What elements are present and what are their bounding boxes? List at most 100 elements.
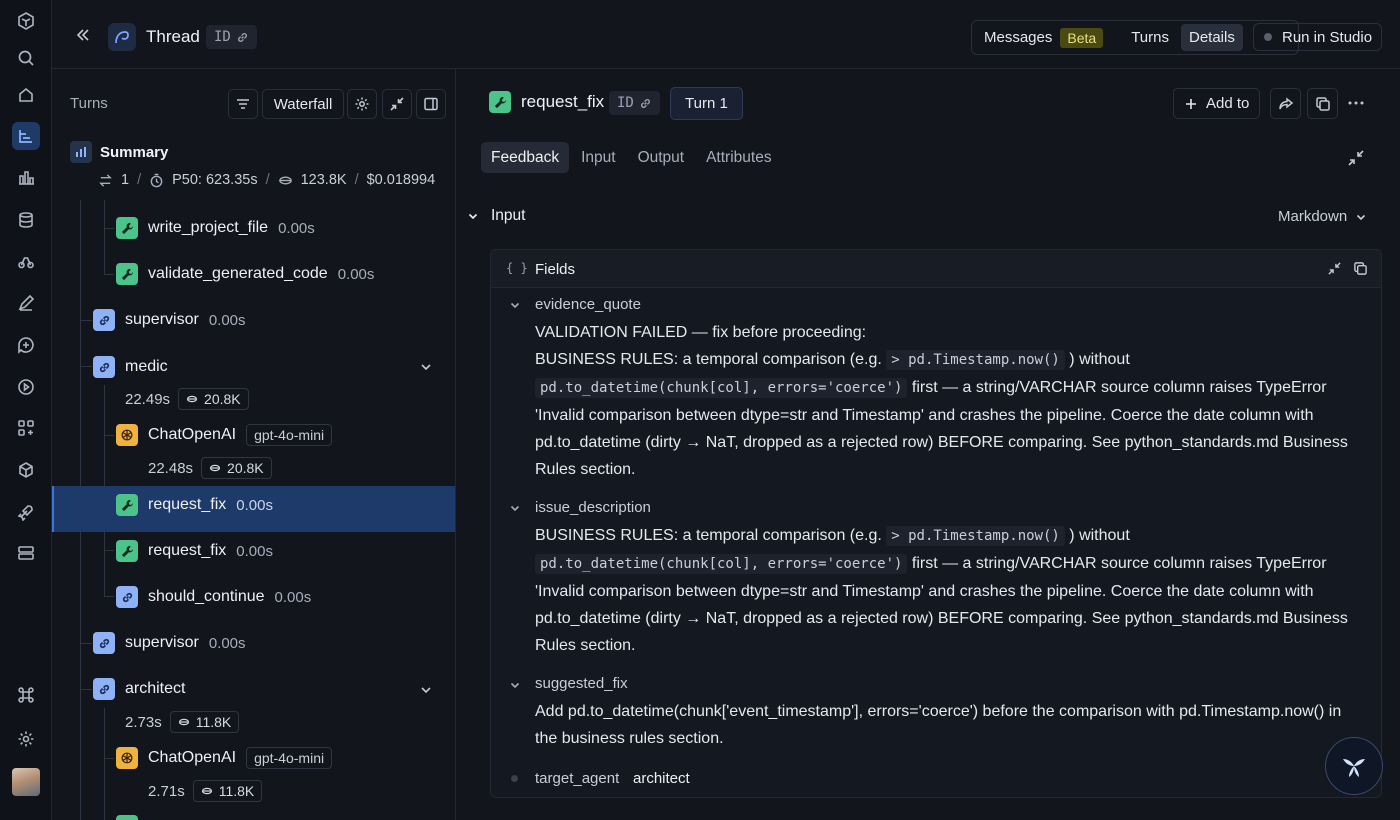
assistant-fab[interactable] [1325,737,1383,795]
tree-node-chatopenai-2[interactable]: ChatOpenAI gpt-4o-mini [116,747,333,769]
section-title: Input [491,207,526,224]
tab-input[interactable]: Input [571,142,625,173]
turn-chip[interactable]: Turn 1 [670,87,743,120]
model-chip: gpt-4o-mini [246,424,333,446]
tree-node-request-fix-selected[interactable]: request_fix 0.00s [116,494,273,516]
tab-messages[interactable]: Messages Beta [976,24,1111,51]
home-icon[interactable] [12,81,40,109]
link-icon [93,678,115,700]
node-time: 0.00s [208,634,246,652]
copy-icon [1315,96,1330,111]
field-value-suggested-fix: Add pd.to_datetime(chunk['event_timestam… [535,698,1371,752]
tree-node-supervisor[interactable]: supervisor 0.00s [93,309,246,331]
experiments-icon[interactable] [12,248,40,276]
tab-details[interactable]: Details [1180,24,1243,51]
filter-icon [237,99,249,109]
status-dot [1264,33,1272,41]
minimize-icon[interactable] [1347,149,1365,167]
bullet-dot [511,775,518,782]
chevron-down-icon[interactable] [419,360,433,374]
tree-node-chatopenai[interactable]: ChatOpenAI gpt-4o-mini [116,424,333,446]
token-count: 11.8K [218,783,255,799]
p50-latency: P50: 623.35s [172,172,258,188]
copy-button[interactable] [1307,88,1338,119]
share-button[interactable] [1270,88,1301,119]
node-name: validate_generated_code [148,265,328,282]
logo-icon[interactable] [12,7,40,35]
annotate-icon[interactable] [12,289,40,317]
chevron-down-icon[interactable] [509,679,521,691]
dashboards-icon[interactable] [12,164,40,192]
wrench-icon [116,263,138,285]
tree-node-supervisor-2[interactable]: supervisor 0.00s [93,632,246,654]
command-icon[interactable] [12,681,40,709]
wrench-icon [116,494,138,516]
collapse-icon[interactable] [1327,261,1342,276]
datasets-icon[interactable] [12,206,40,234]
inline-code: pd.to_datetime(chunk[col], errors='coerc… [535,554,908,574]
more-options-icon[interactable] [1347,94,1365,112]
token-icon [278,176,292,184]
inline-code: > pd.Timestamp.now() [886,350,1065,370]
gear-icon [355,97,369,111]
collapse-sidebar-icon[interactable] [74,26,92,44]
format-select[interactable]: Markdown [1278,208,1367,225]
tab-feedback[interactable]: Feedback [481,142,570,173]
braces-icon: { } [506,261,528,275]
tree-node-medic[interactable]: medic [93,356,168,378]
tree-node-architect[interactable]: architect [93,678,185,700]
tab-turns[interactable]: Turns [1123,24,1177,51]
fields-label: Fields [535,261,576,278]
launch-icon[interactable] [12,498,40,526]
playground-icon[interactable] [12,373,40,401]
tree-node-should-continue[interactable]: should_continue 0.00s [116,586,311,608]
waterfall-button[interactable]: Waterfall [262,89,344,119]
tree-node-validate-generated-code[interactable]: validate_generated_code 0.00s [116,263,374,285]
node-meta-chatopenai: 22.48s 20.8K [148,457,272,479]
tab-turns-label: Turns [1131,29,1169,46]
bird-logo-icon [1343,759,1365,777]
tab-attributes[interactable]: Attributes [696,142,781,173]
tree-node-write-project-file[interactable]: write_project_file 0.00s [116,217,315,239]
node-name: ChatOpenAI [148,426,237,443]
view-switcher: Messages Beta Turns Details [971,20,1299,55]
packages-icon[interactable] [12,456,40,484]
add-to-button[interactable]: Add to [1173,88,1261,119]
tree-node-request-fix[interactable]: request_fix 0.00s [116,540,273,562]
page-title: Thread [146,27,200,46]
tab-output[interactable]: Output [628,142,695,173]
plus-icon [1186,98,1196,109]
settings-icon[interactable] [12,725,40,753]
collapse-all-button[interactable] [382,89,412,119]
tracing-icon[interactable] [12,122,40,150]
chevron-down-icon[interactable] [419,683,433,697]
node-meta-architect: 2.73s 11.8K [125,711,240,733]
thread-id-button[interactable]: ID [206,25,257,49]
filter-button[interactable] [228,89,258,119]
run-in-studio-label: Run in Studio [1282,28,1373,46]
turn-count: 1 [121,172,130,188]
chevron-down-icon[interactable] [509,502,521,514]
deployments-icon[interactable] [12,414,40,442]
toggle-panel-button[interactable] [416,89,446,119]
prompts-icon[interactable] [12,331,40,359]
run-in-studio-button[interactable]: Run in Studio [1253,23,1382,51]
text-line: pd.to_datetime (dirty → NaT, dropped as … [535,434,1348,451]
chevron-down-icon[interactable] [509,299,521,311]
token-chip: 20.8K [178,388,249,410]
link-icon [93,309,115,331]
copy-icon[interactable] [1353,261,1368,276]
fields-card: { } Fields evidence_quote VALIDATION FAI… [490,249,1382,798]
run-id-button[interactable]: ID [609,91,660,115]
token-icon [209,464,221,472]
summary-row[interactable]: Summary [70,141,168,163]
input-section-toggle[interactable]: Input [467,207,525,225]
node-time: 0.00s [208,311,246,329]
avatar[interactable] [12,768,40,796]
id-label: ID [617,95,634,111]
tab-messages-label: Messages [984,29,1053,46]
node-name: supervisor [125,311,199,328]
storage-icon[interactable] [12,539,40,567]
turns-settings-button[interactable] [347,89,377,119]
search-icon[interactable] [12,44,40,72]
